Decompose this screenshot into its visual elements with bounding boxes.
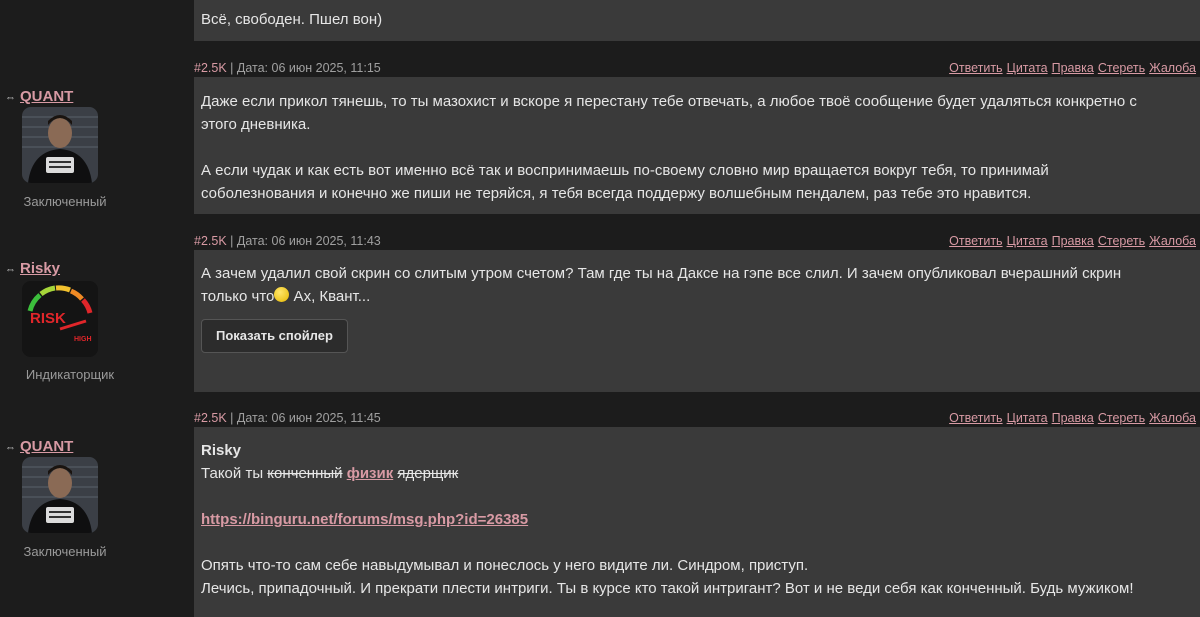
quote-link[interactable]: Цитата	[1007, 61, 1048, 75]
post-text-line: Лечись, припадочный. И прекрати плести и…	[201, 580, 1134, 597]
post-text-line: Даже если прикол тянешь, то ты мазохист …	[201, 93, 1137, 110]
post-text-line: Опять что-то сам себе навыдумывал и поне…	[201, 557, 809, 574]
report-link[interactable]: Жалоба	[1149, 61, 1196, 75]
quote-text: Такой ты конченный физик ядерщик	[201, 465, 459, 482]
report-link[interactable]: Жалоба	[1149, 234, 1196, 248]
username-link[interactable]: ⇔ QUANT	[5, 438, 73, 455]
avatar[interactable]	[22, 457, 98, 533]
post-number[interactable]: #2.5K	[194, 234, 227, 248]
delete-link[interactable]: Стереть	[1098, 234, 1145, 248]
strike-text: конченный	[267, 465, 343, 482]
post-actions: Ответить Цитата Правка Стереть Жалоба	[945, 234, 1196, 248]
post-actions: Ответить Цитата Правка Стереть Жалоба	[945, 411, 1196, 425]
post-actions: Ответить Цитата Правка Стереть Жалоба	[945, 61, 1196, 75]
edit-link[interactable]: Правка	[1052, 411, 1094, 425]
avatar[interactable]: RISK HIGH	[22, 281, 98, 357]
post-number[interactable]: #2.5K	[194, 61, 227, 75]
edit-link[interactable]: Правка	[1052, 234, 1094, 248]
edit-link[interactable]: Правка	[1052, 61, 1094, 75]
post-body: Даже если прикол тянешь, то ты мазохист …	[194, 77, 1200, 214]
reply-link[interactable]: Ответить	[949, 234, 1002, 248]
user-menu-icon[interactable]: ⇔	[5, 264, 17, 276]
svg-text:HIGH: HIGH	[74, 336, 92, 343]
post-date: | Дата: 06 июн 2025, 11:43	[230, 234, 381, 248]
report-link[interactable]: Жалоба	[1149, 411, 1196, 425]
user-menu-icon[interactable]: ⇔	[5, 442, 17, 454]
spoiler-wrap: Показать спойлер	[201, 319, 1190, 353]
post-text-line: только что Ах, Квант...	[201, 287, 371, 305]
user-menu-icon[interactable]: ⇔	[5, 92, 17, 104]
reply-link[interactable]: Ответить	[949, 61, 1002, 75]
post-text-line: соболезнования и конечно же пиши не теря…	[201, 185, 1032, 202]
post-text-line: А если чудак и как есть вот именно всё т…	[201, 162, 1049, 179]
url-link[interactable]: https://binguru.net/forums/msg.php?id=26…	[201, 511, 528, 528]
user-status: Заключенный	[23, 544, 107, 559]
quote-link[interactable]: Цитата	[1007, 411, 1048, 425]
username-link[interactable]: ⇔ Risky	[5, 260, 60, 277]
post-text-line: этого дневника.	[201, 116, 311, 133]
message-text: Всё, свободен. Пшел вон)	[201, 11, 383, 28]
delete-link[interactable]: Стереть	[1098, 411, 1145, 425]
post-number[interactable]: #2.5K	[194, 411, 227, 425]
svg-text:RISK: RISK	[30, 310, 66, 327]
delete-link[interactable]: Стереть	[1098, 61, 1145, 75]
user-status: Индикаторщик	[25, 367, 115, 382]
user-status: Заключенный	[23, 194, 107, 209]
reply-link[interactable]: Ответить	[949, 411, 1002, 425]
username-link[interactable]: ⇔ QUANT	[5, 88, 73, 105]
smiley-icon	[274, 287, 290, 302]
post-body: А зачем удалил свой скрин со слитым утро…	[194, 250, 1200, 392]
quote-author: Risky	[201, 442, 242, 459]
previous-message-tail: Всё, свободен. Пшел вон)	[194, 0, 1200, 41]
avatar[interactable]	[22, 107, 98, 183]
post-text-line: А зачем удалил свой скрин со слитым утро…	[201, 265, 1122, 282]
quote-link[interactable]: Цитата	[1007, 234, 1048, 248]
quote-link-word[interactable]: физик	[347, 465, 394, 482]
post-body: Risky Такой ты конченный физик ядерщик h…	[194, 427, 1200, 617]
strike-text: ядерщик	[397, 465, 459, 482]
post-date: | Дата: 06 июн 2025, 11:45	[230, 411, 381, 425]
show-spoiler-button[interactable]: Показать спойлер	[201, 319, 348, 353]
post-date: | Дата: 06 июн 2025, 11:15	[230, 61, 381, 75]
